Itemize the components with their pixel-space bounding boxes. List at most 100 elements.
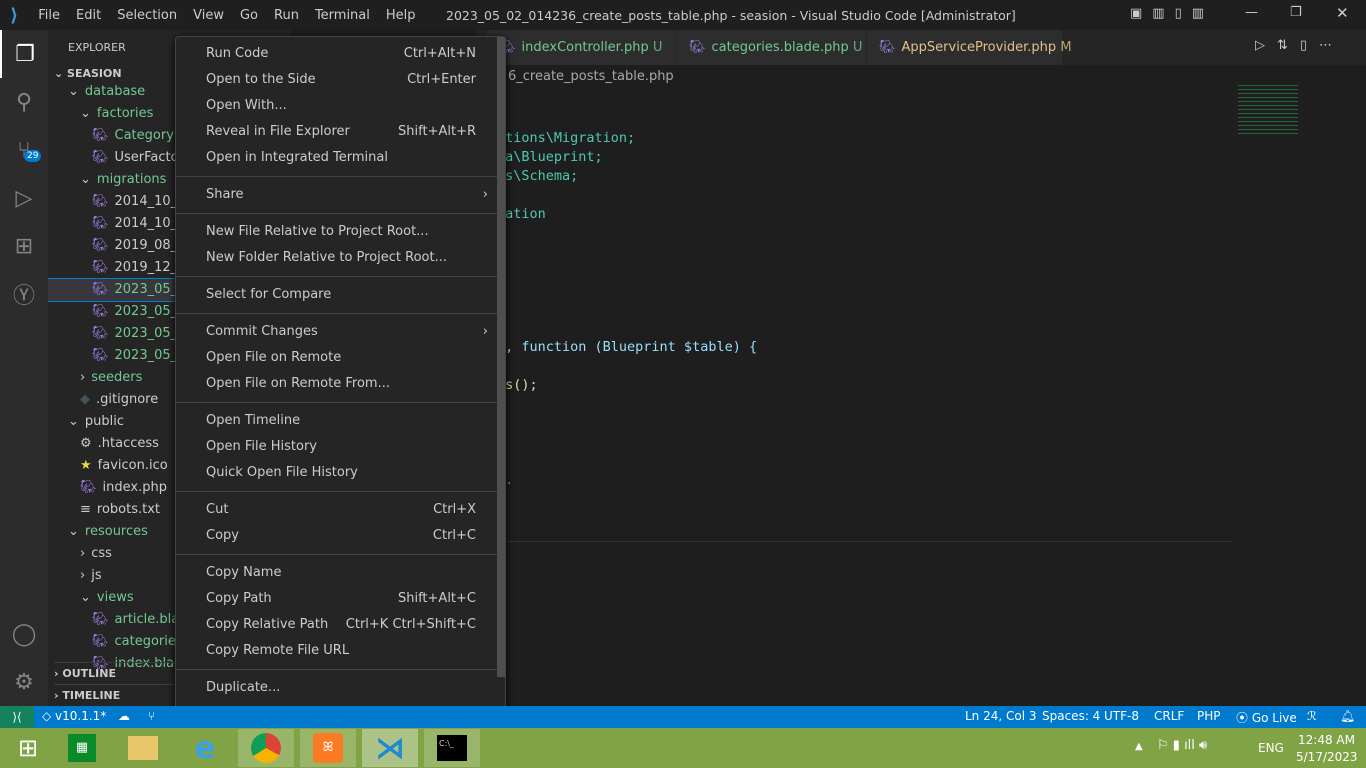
code-line[interactable]: es\Schema; <box>497 168 578 184</box>
cursor-position[interactable]: Ln 24, Col 3 <box>965 709 1037 723</box>
language-mode[interactable]: PHP <box>1197 709 1221 723</box>
clock-time[interactable]: 12:48 AM <box>1298 733 1355 747</box>
show-hidden-icons[interactable]: ▲ <box>1135 741 1143 752</box>
file-explorer-icon[interactable] <box>115 729 171 767</box>
account-icon[interactable]: ◯ <box>0 610 48 658</box>
tree-item[interactable]: 🐘︎ article.blade.p <box>92 609 178 631</box>
code-line[interactable]: na\Blueprint; <box>497 149 603 165</box>
menu-item[interactable]: Cut Ctrl+X <box>176 497 506 523</box>
menu-item[interactable]: Copy Relative Path Ctrl+K Ctrl+Shift+C <box>176 612 506 638</box>
vscode-taskbar-icon[interactable]: ⋊ <box>362 729 418 767</box>
menu-item[interactable]: Duplicate... <box>176 675 506 701</box>
tree-item[interactable]: ⌄ public <box>68 411 178 433</box>
menu-item[interactable]: Select for Compare <box>176 282 506 308</box>
timeline-section[interactable]: › TIMELINE <box>54 684 178 706</box>
menu-selection[interactable]: Selection <box>109 8 185 23</box>
clock-date[interactable]: 5/17/2023 <box>1296 750 1358 764</box>
menu-item[interactable]: Run Code Ctrl+Alt+N <box>176 41 506 67</box>
tree-item[interactable]: 🐘︎ 2023_05_07_1 <box>92 323 178 345</box>
cmd-icon[interactable]: C:\_ <box>424 729 480 767</box>
tree-item[interactable]: 🐘︎ 2019_12_14_0 <box>92 257 178 279</box>
branch-status[interactable]: ◇ v10.1.1* <box>42 709 106 723</box>
menu-item[interactable]: Open Timeline <box>176 408 506 434</box>
source-control-icon[interactable]: ⑂ 29 <box>0 126 48 174</box>
tree-item[interactable]: ⌄ views <box>80 587 178 609</box>
tree-item[interactable]: ★ favicon.ico <box>80 455 178 477</box>
internet-explorer-icon[interactable]: e <box>177 729 233 767</box>
tree-item[interactable]: ⚙ .htaccess <box>80 433 178 455</box>
go-live-button[interactable]: ⦿ Go Live <box>1236 709 1297 726</box>
menu-item[interactable]: Open in Integrated Terminal <box>176 145 506 171</box>
chrome-icon[interactable] <box>238 729 294 767</box>
minimap[interactable] <box>1238 85 1298 135</box>
start-windows-icon[interactable]: ⊞ <box>0 729 56 767</box>
tray-icons[interactable]: ⚐ ▮ ıll 🔊︎ <box>1157 738 1207 753</box>
explorer-icon[interactable]: ❐ <box>0 30 48 78</box>
extensions-icon[interactable]: ⊞ <box>0 222 48 270</box>
tab[interactable]: 🐘︎ categories.blade.php U <box>677 30 867 65</box>
menu-terminal[interactable]: Terminal <box>307 8 378 23</box>
breadcrumb[interactable]: 6_create_posts_table.php <box>508 69 674 84</box>
notifications-icon[interactable]: 🔔︎ <box>1340 709 1355 723</box>
menu-view[interactable]: View <box>185 8 232 23</box>
tab[interactable]: 🐘︎ AppServiceProvider.php M <box>867 30 1072 65</box>
outline-section[interactable]: › OUTLINE <box>54 662 178 684</box>
editor-actions[interactable]: ▷⇅▯⋯ <box>1255 38 1344 53</box>
menu-go[interactable]: Go <box>232 8 266 23</box>
menu-item[interactable]: Open With... <box>176 93 506 119</box>
code-line[interactable]: ', function (Blueprint $table) { <box>497 339 757 355</box>
tab[interactable]: 🐘︎ indexController.php U <box>487 30 677 65</box>
tree-item[interactable]: 🐘︎ UserFactory.p <box>92 147 178 169</box>
run-debug-icon[interactable]: ▷ <box>0 174 48 222</box>
menu-help[interactable]: Help <box>378 8 424 23</box>
tree-item[interactable]: 🐘︎ 2023_05_02_0 <box>92 301 178 323</box>
manage-gear-icon[interactable]: ⚙ <box>0 658 48 706</box>
tree-item[interactable]: 🐘︎ 2019_08_19_0 <box>92 235 178 257</box>
tree-item[interactable]: ◆ .gitignore <box>80 389 178 411</box>
tree-item[interactable]: 🐘︎ 2023_05_02_0 <box>48 278 178 302</box>
menu-item[interactable]: Copy Name <box>176 560 506 586</box>
tree-item[interactable]: ⌄ migrations <box>80 169 178 191</box>
xampp-icon[interactable]: ꕤ <box>300 729 356 767</box>
menu-item[interactable]: Open File on Remote From... <box>176 371 506 397</box>
remote-icon[interactable]: ⟩⟨ <box>0 706 34 728</box>
menu-item[interactable]: Open File on Remote <box>176 345 506 371</box>
tree-item[interactable]: 🐘︎ 2014_10_12_1 <box>92 213 178 235</box>
git-graph-icon[interactable]: Ⓨ <box>0 270 48 318</box>
menu-item[interactable]: Commit Changes › <box>176 319 506 345</box>
menu-scrollbar[interactable] <box>497 37 505 677</box>
sync-icon[interactable]: ☁ <box>118 709 130 723</box>
input-language[interactable]: ENG <box>1258 741 1284 755</box>
menu-edit[interactable]: Edit <box>68 8 109 23</box>
tree-item[interactable]: › seeders <box>80 367 178 389</box>
menu-item[interactable]: Share › <box>176 182 506 208</box>
menu-run[interactable]: Run <box>266 8 307 23</box>
feedback-icon[interactable]: ℛ <box>1307 709 1317 723</box>
menu-item[interactable]: Copy Remote File URL <box>176 638 506 664</box>
tree-item[interactable]: ⌄ database <box>68 81 178 103</box>
minimize-button[interactable]: — <box>1245 5 1258 20</box>
menu-item[interactable]: Open to the Side Ctrl+Enter <box>176 67 506 93</box>
tree-item[interactable]: 🐘︎ CategoryFact <box>92 125 178 147</box>
store-icon[interactable]: ▦ <box>54 729 110 767</box>
code-line[interactable]: ations\Migration; <box>497 130 635 146</box>
menu-item[interactable]: Quick Open File History <box>176 460 506 486</box>
tree-item[interactable]: 🐘︎ categories.bla <box>92 631 178 653</box>
tree-item[interactable]: ⌄ resources <box>68 521 178 543</box>
indentation[interactable]: Spaces: 4 <box>1042 709 1100 723</box>
menu-item[interactable]: New Folder Relative to Project Root... <box>176 245 506 271</box>
menu-item[interactable]: Open File History <box>176 434 506 460</box>
git-icon[interactable]: ⑂ <box>148 709 155 723</box>
tree-item[interactable]: 🐘︎ index.php <box>80 477 178 499</box>
tree-item[interactable]: › css <box>80 543 178 565</box>
encoding[interactable]: UTF-8 <box>1104 709 1139 723</box>
tree-item[interactable]: › js <box>80 565 178 587</box>
eol[interactable]: CRLF <box>1154 709 1184 723</box>
tree-item[interactable]: 🐘︎ 2014_10_12_0 <box>92 191 178 213</box>
search-icon[interactable]: ⚲ <box>0 78 48 126</box>
layout-controls[interactable]: ▣▥▯▥ <box>1130 6 1214 21</box>
menu-item[interactable]: New File Relative to Project Root... <box>176 219 506 245</box>
menu-item[interactable]: Copy Path Shift+Alt+C <box>176 586 506 612</box>
tree-item[interactable]: ⌄ factories <box>80 103 178 125</box>
close-button[interactable]: ✕ <box>1336 4 1349 22</box>
